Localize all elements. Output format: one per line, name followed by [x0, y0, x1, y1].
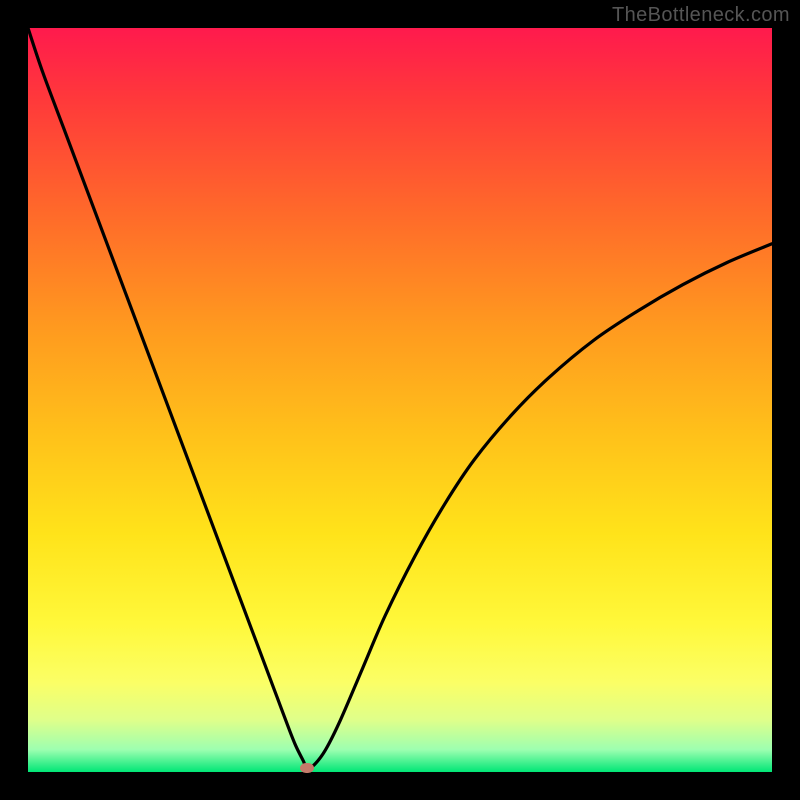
minimum-marker-icon [300, 763, 314, 773]
plot-area [28, 28, 772, 772]
chart-frame: TheBottleneck.com [0, 0, 800, 800]
watermark-text: TheBottleneck.com [612, 4, 790, 27]
bottleneck-curve [28, 28, 772, 772]
